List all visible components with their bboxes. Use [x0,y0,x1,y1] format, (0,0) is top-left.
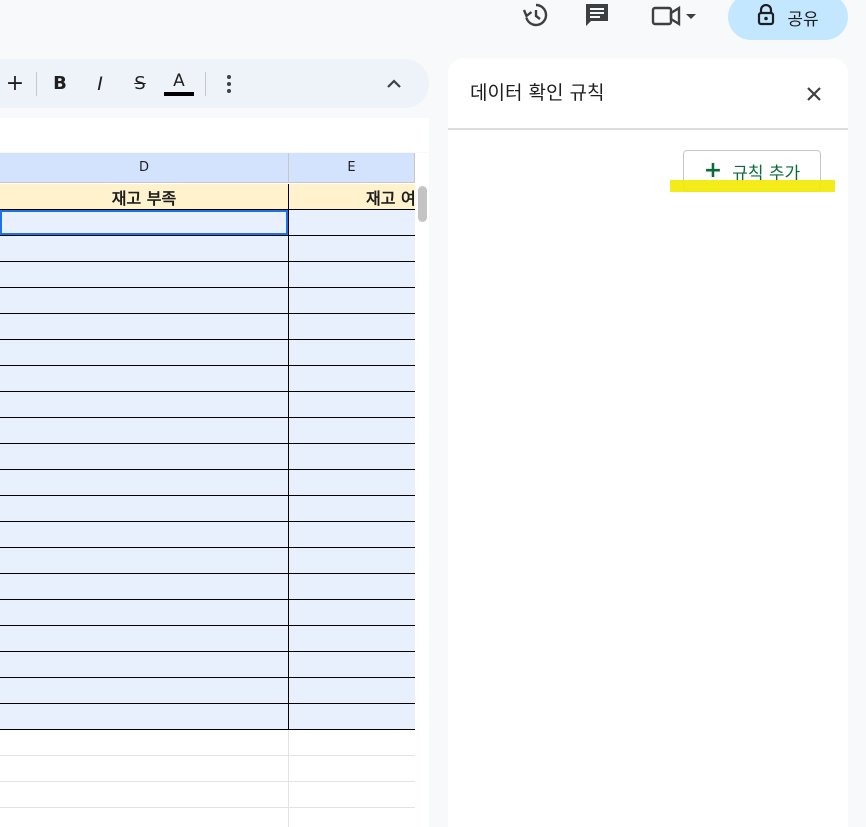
plus-icon: + [703,158,723,183]
cell-e[interactable] [289,704,415,730]
cell-e[interactable] [289,340,415,366]
bold-button[interactable]: B [48,59,72,108]
strikethrough-button[interactable]: S [128,59,152,108]
top-bar: 공유 [0,0,866,48]
scrollbar-thumb[interactable] [418,186,427,222]
column-header-e[interactable]: E [289,153,415,183]
cell-e[interactable] [289,808,415,827]
close-icon[interactable] [800,80,828,108]
cell-e[interactable] [289,782,415,808]
cell-d[interactable] [0,626,289,652]
video-call-icon[interactable] [648,0,704,30]
panel-divider [448,128,848,130]
cell-d[interactable] [0,470,289,496]
cell-d[interactable] [0,444,289,470]
cell-d[interactable] [0,366,289,392]
cell-d[interactable] [0,496,289,522]
share-label: 공유 [787,9,819,30]
cell-e[interactable] [289,470,415,496]
history-icon[interactable] [518,0,552,30]
cell-e[interactable] [289,678,415,704]
cell-e[interactable] [289,574,415,600]
cell-d[interactable] [0,678,289,704]
header-cell-stock-status[interactable]: 재고 여 [289,184,415,210]
cell-e[interactable] [289,392,415,418]
increase-font-size-button[interactable]: + [4,59,26,108]
cell-d[interactable] [0,210,289,236]
share-button[interactable]: 공유 [728,0,848,40]
column-header-d[interactable]: D [0,153,289,183]
cell-e[interactable] [289,730,415,756]
cell-e[interactable] [289,288,415,314]
vertical-scrollbar[interactable] [415,153,429,827]
lock-icon [757,3,775,30]
cell-d[interactable] [0,314,289,340]
italic-button[interactable]: I [88,59,112,108]
cell-d[interactable] [0,288,289,314]
cell-d[interactable] [0,548,289,574]
cell-d[interactable] [0,756,289,782]
header-cell-stock-shortage[interactable]: 재고 부족 [0,184,289,210]
cell-e[interactable] [289,522,415,548]
text-color-button[interactable]: A [164,59,194,108]
cell-e[interactable] [289,496,415,522]
cell-d[interactable] [0,730,289,756]
comment-icon[interactable] [580,0,614,30]
cell-e[interactable] [289,600,415,626]
cell-e[interactable] [289,756,415,782]
cell-d[interactable] [0,236,289,262]
cell-e[interactable] [289,236,415,262]
cell-d[interactable] [0,262,289,288]
formatting-toolbar: + B I S A [0,59,429,108]
text-color-label: A [173,70,185,91]
more-options-icon[interactable] [219,59,239,108]
cell-d[interactable] [0,418,289,444]
formula-bar[interactable] [0,118,429,152]
cell-d[interactable] [0,782,289,808]
toolbar-divider [36,72,37,96]
cell-e[interactable] [289,262,415,288]
data-validation-panel: 데이터 확인 규칙 + 규칙 추가 [448,58,848,827]
cell-d[interactable] [0,522,289,548]
cell-d[interactable] [0,392,289,418]
collapse-toolbar-icon[interactable] [380,59,408,108]
cell-d[interactable] [0,704,289,730]
cell-d[interactable] [0,340,289,366]
text-color-swatch [164,91,194,96]
cell-e[interactable] [289,652,415,678]
cell-e[interactable] [289,418,415,444]
panel-title: 데이터 확인 규칙 [470,82,605,104]
spreadsheet-grid: D E 재고 부족 재고 여 [0,153,415,827]
toolbar-divider [205,72,206,96]
cell-d[interactable] [0,808,289,827]
cell-e[interactable] [289,314,415,340]
cell-d[interactable] [0,652,289,678]
cell-d[interactable] [0,600,289,626]
cell-e[interactable] [289,548,415,574]
cell-e[interactable] [289,626,415,652]
cell-d[interactable] [0,574,289,600]
cell-e[interactable] [289,444,415,470]
highlight-mark [670,180,835,192]
cell-e[interactable] [289,366,415,392]
cell-e[interactable] [289,210,415,236]
